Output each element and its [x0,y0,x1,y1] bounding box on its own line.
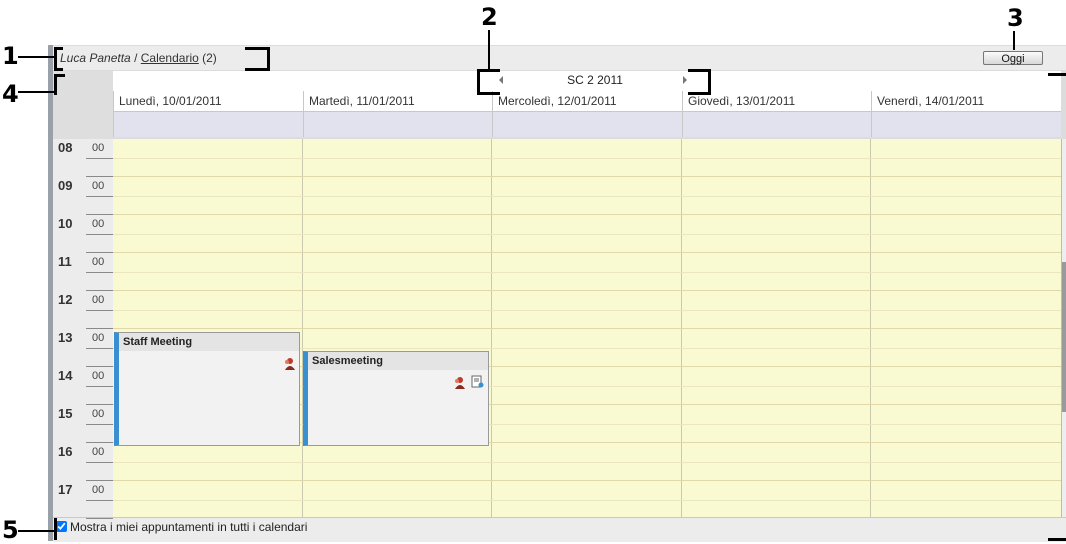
hour-label: 12 [58,292,73,307]
callout-2-bracket-left [477,69,500,95]
callout-3: 3 [1007,4,1024,32]
gutter-half-line [86,386,113,387]
minute-label: 00 [92,180,105,192]
scrollbar-thumb[interactable] [1062,262,1066,412]
callout-5: 5 [2,516,19,544]
minute-label: 00 [92,332,105,344]
hour-label: 11 [58,254,72,269]
grid-half-hour-line [113,310,1061,311]
gutter-hour-line [86,518,113,519]
gutter-half-line [86,272,113,273]
grid-hour-line [113,480,1061,481]
grid-hour-line [113,290,1061,291]
appointment-title: Staff Meeting [119,333,299,351]
hour-label: 15 [58,406,73,421]
callout-1-bracket-right [245,47,270,71]
show-all-appointments[interactable]: Mostra i miei appuntamenti in tutti i ca… [56,520,307,534]
callout-1-leader [18,56,54,58]
minute-label: 00 [92,256,105,268]
callout-4: 4 [2,80,19,108]
participants-icon [285,358,295,370]
callout-4-bracket-right [1048,73,1066,76]
appointment-title: Salesmeeting [308,352,488,370]
gutter-half-line [86,348,113,349]
callout-1-bracket-left [54,47,63,71]
grid-hour-line [113,252,1061,253]
grid-half-hour-line [113,234,1061,235]
day-header[interactable]: Venerdì, 14/01/2011 [871,91,1061,111]
hour-label: 08 [58,140,73,155]
grid-half-hour-line [113,272,1061,273]
grid-half-hour-line [113,462,1061,463]
grid-half-hour-line [113,500,1061,501]
hour-label: 10 [58,216,73,231]
appointment-staff-meeting[interactable]: Staff Meeting [114,332,300,446]
callout-2-leader [488,30,490,69]
all-day-cell[interactable] [871,111,1061,137]
grid-half-hour-line [113,158,1061,159]
gutter-half-line [86,196,113,197]
callout-4-bracket [54,74,65,95]
minute-label: 00 [92,484,105,496]
show-all-label: Mostra i miei appuntamenti in tutti i ca… [70,520,308,534]
minute-label: 00 [92,370,105,382]
gutter-half-line [86,500,113,501]
gutter-hour-line [86,442,113,443]
day-header[interactable]: Mercoledì, 12/01/2011 [492,91,682,111]
breadcrumb-owner[interactable]: Luca Panetta [60,51,131,65]
today-button[interactable]: Oggi [983,51,1043,65]
gutter-half-line [86,158,113,159]
gutter-hour-line [86,214,113,215]
callout-5-bracket [54,518,57,540]
notes-icon [471,375,484,388]
breadcrumb-separator: / [130,51,141,65]
week-label: SC 2 2011 [567,73,623,87]
grid-half-hour-line [113,196,1061,197]
gutter-hour-line [86,480,113,481]
hour-label: 17 [58,482,73,497]
callout-3-leader [1013,31,1015,50]
appointment-salesmeeting[interactable]: Salesmeeting [303,351,489,446]
grid-hour-line [113,214,1061,215]
hour-label: 09 [58,178,73,193]
minute-label: 00 [92,218,105,230]
hour-label: 16 [58,444,73,459]
minute-label: 00 [92,408,105,420]
gutter-hour-line [86,366,113,367]
hour-label: 14 [58,368,73,383]
breadcrumb-calendar-link[interactable]: Calendario [141,51,199,65]
gutter-hour-line [86,176,113,177]
breadcrumb-count: (2) [198,51,217,65]
minute-label: 00 [92,142,105,154]
all-day-cell[interactable] [492,111,682,137]
minute-label: 00 [92,294,105,306]
day-header[interactable]: Lunedì, 10/01/2011 [113,91,303,111]
day-header[interactable]: Martedì, 11/01/2011 [303,91,492,111]
all-day-cell[interactable] [303,111,492,137]
gutter-half-line [86,424,113,425]
calendar-grid[interactable] [113,139,1061,517]
callout-1: 1 [2,42,19,70]
all-day-cell[interactable] [113,111,303,137]
hour-label: 13 [58,330,73,345]
gutter-hour-line [86,290,113,291]
all-day-cell[interactable] [682,111,871,137]
callout-2: 2 [481,3,498,31]
gutter-half-line [86,234,113,235]
grid-hour-line [113,176,1061,177]
breadcrumb: Luca Panetta / Calendario (2) [60,51,217,65]
minute-label: 00 [92,446,105,458]
gutter-hour-line [86,328,113,329]
callout-5-leader [18,530,54,532]
callout-2-bracket-right [688,69,711,95]
next-week-icon[interactable] [683,76,687,84]
gutter-hour-line [86,404,113,405]
grid-hour-line [113,328,1061,329]
callout-4-leader [18,91,54,93]
show-all-checkbox[interactable] [56,521,67,532]
gutter-hour-line [86,252,113,253]
gutter-half-line [86,462,113,463]
gutter-half-line [86,310,113,311]
participants-icon [455,377,465,389]
